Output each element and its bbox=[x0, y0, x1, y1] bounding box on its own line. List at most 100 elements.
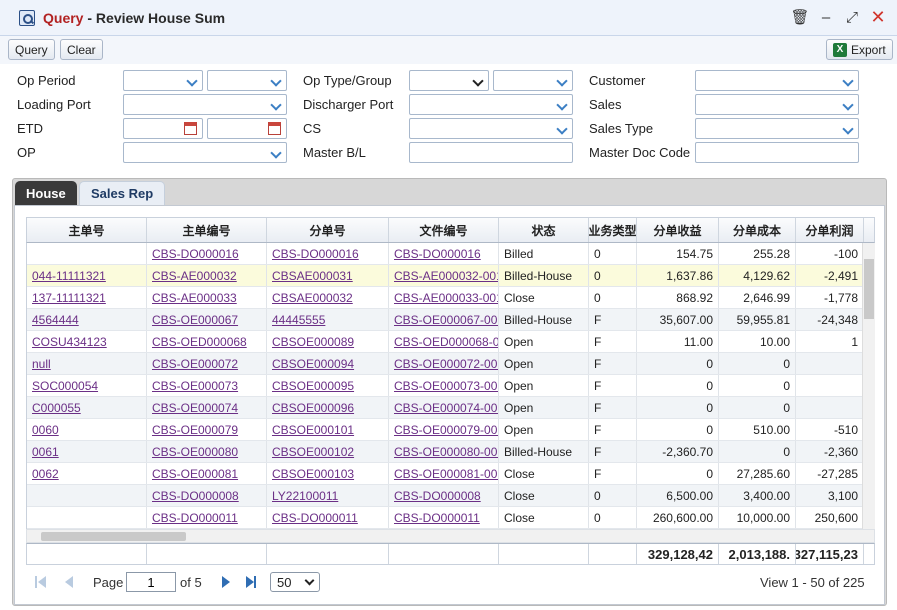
table-cell-link[interactable]: null bbox=[27, 353, 147, 374]
table-cell-link[interactable]: CBSOE000094 bbox=[267, 353, 389, 374]
table-cell-link[interactable]: 4564444 bbox=[27, 309, 147, 330]
table-cell-link[interactable]: CBSOE000102 bbox=[267, 441, 389, 462]
table-cell-link[interactable]: CBSOE000101 bbox=[267, 419, 389, 440]
op-type-select[interactable] bbox=[409, 70, 489, 91]
table-cell-link[interactable]: CBS-OE000080-001 bbox=[389, 441, 499, 462]
table-cell-link[interactable]: C000055 bbox=[27, 397, 147, 418]
table-cell-link[interactable]: CBSOE000089 bbox=[267, 331, 389, 352]
vertical-scrollbar[interactable] bbox=[862, 243, 875, 529]
table-cell-link[interactable]: 0060 bbox=[27, 419, 147, 440]
table-cell-link[interactable]: CBS-AE000033 bbox=[147, 287, 267, 308]
close-icon[interactable]: ✕ bbox=[869, 7, 887, 27]
page-number-input[interactable] bbox=[126, 572, 176, 592]
table-row[interactable]: 0060 CBS-OE000079 CBSOE000101 CBS-OE000079-… bbox=[27, 419, 875, 441]
column-header[interactable]: 文件编号 bbox=[389, 218, 499, 242]
op-select[interactable] bbox=[123, 142, 287, 163]
table-cell-link[interactable]: CBS-OE000081 bbox=[147, 463, 267, 484]
calendar-icon[interactable] bbox=[268, 122, 281, 135]
table-cell-link[interactable]: CBS-DO000016 bbox=[267, 243, 389, 264]
table-row[interactable]: null CBS-OE000072 CBSOE000094 CBS-OE000072-… bbox=[27, 353, 875, 375]
previous-page-icon[interactable] bbox=[65, 576, 75, 588]
table-cell-link[interactable]: CBS-OE000067-001 bbox=[389, 309, 499, 330]
table-cell-link[interactable]: CBSAE000031 bbox=[267, 265, 389, 286]
table-cell-link[interactable]: LY22100011 bbox=[267, 485, 389, 506]
table-row[interactable]: CBS-DO000008 LY22100011 CBS-DO000008 Close 0… bbox=[27, 485, 875, 507]
horizontal-scrollbar[interactable] bbox=[26, 529, 875, 543]
op-group-select[interactable] bbox=[493, 70, 573, 91]
column-header[interactable]: 分单号 bbox=[267, 218, 389, 242]
table-cell-link[interactable]: CBSOE000103 bbox=[267, 463, 389, 484]
column-header[interactable]: 状态 bbox=[499, 218, 589, 242]
table-cell-link[interactable]: CBS-AE000032 bbox=[147, 265, 267, 286]
etd-to-date[interactable] bbox=[207, 118, 287, 139]
sales-select[interactable] bbox=[695, 94, 859, 115]
export-button[interactable]: X Export bbox=[826, 39, 893, 60]
table-cell-link[interactable]: CBS-DO000011 bbox=[147, 507, 267, 528]
table-cell-link[interactable]: 0062 bbox=[27, 463, 147, 484]
table-row[interactable]: 4564444 CBS-OE000067 44445555 CBS-OE000067-… bbox=[27, 309, 875, 331]
table-cell-link[interactable]: CBS-DO000011 bbox=[267, 507, 389, 528]
table-cell-link[interactable]: CBS-OED000068 bbox=[147, 331, 267, 352]
calendar-icon[interactable] bbox=[184, 122, 197, 135]
table-row[interactable]: 0061 CBS-OE000080 CBSOE000102 CBS-OE000080-… bbox=[27, 441, 875, 463]
horizontal-scroll-thumb[interactable] bbox=[41, 532, 186, 541]
table-cell-link[interactable]: CBS-DO000016 bbox=[389, 243, 499, 264]
column-header[interactable]: 主单编号 bbox=[147, 218, 267, 242]
table-row[interactable]: COSU434123 CBS-OED000068 CBSOE000089 CBS-OE… bbox=[27, 331, 875, 353]
minimize-icon[interactable]: – bbox=[817, 8, 835, 26]
table-row[interactable]: C000055 CBS-OE000074 CBSOE000096 CBS-OE0000… bbox=[27, 397, 875, 419]
loading-port-select[interactable] bbox=[123, 94, 287, 115]
table-row[interactable]: CBS-DO000016 CBS-DO000016 CBS-DO000016 Bill… bbox=[27, 243, 875, 265]
table-cell-link[interactable]: CBS-DO000008 bbox=[147, 485, 267, 506]
table-cell-link[interactable]: 44445555 bbox=[267, 309, 389, 330]
table-cell-link[interactable]: CBS-DO000011 bbox=[389, 507, 499, 528]
table-cell-link[interactable]: CBS-OE000073-001 bbox=[389, 375, 499, 396]
table-cell-link[interactable]: CBSOE000095 bbox=[267, 375, 389, 396]
op-period-to-select[interactable] bbox=[207, 70, 287, 91]
master-bl-input[interactable] bbox=[409, 142, 573, 163]
etd-from-date[interactable] bbox=[123, 118, 203, 139]
op-period-from-select[interactable] bbox=[123, 70, 203, 91]
master-doc-code-input[interactable] bbox=[695, 142, 859, 163]
tab-house[interactable]: House bbox=[15, 181, 77, 205]
table-cell-link[interactable]: CBS-OE000079-001 bbox=[389, 419, 499, 440]
table-cell-link[interactable]: CBS-DO000016 bbox=[147, 243, 267, 264]
table-cell-link[interactable]: COSU434123 bbox=[27, 331, 147, 352]
table-cell-link[interactable]: CBS-AE000033-001 bbox=[389, 287, 499, 308]
maximize-icon[interactable]: ⤢ bbox=[843, 8, 861, 26]
table-cell-link[interactable]: CBS-OE000072 bbox=[147, 353, 267, 374]
next-page-icon[interactable] bbox=[222, 576, 232, 588]
table-cell-link[interactable]: CBS-OE000067 bbox=[147, 309, 267, 330]
table-cell-link[interactable]: CBS-OED000068-001 bbox=[389, 331, 499, 352]
column-header[interactable]: 分单成本 bbox=[719, 218, 796, 242]
table-row[interactable]: 044-11111321 CBS-AE000032 CBSAE000031 CBS-A… bbox=[27, 265, 875, 287]
table-cell-link[interactable]: CBS-AE000032-001 bbox=[389, 265, 499, 286]
sales-type-select[interactable] bbox=[695, 118, 859, 139]
clear-button[interactable]: Clear bbox=[60, 39, 103, 60]
table-cell-link[interactable]: 0061 bbox=[27, 441, 147, 462]
table-row[interactable]: CBS-DO000011 CBS-DO000011 CBS-DO000011 Clos… bbox=[27, 507, 875, 529]
page-size-select[interactable]: 50 bbox=[270, 572, 320, 592]
table-row[interactable]: 137-11111321 CBS-AE000033 CBSAE000032 CBS-A… bbox=[27, 287, 875, 309]
table-cell-link[interactable]: SOC000054 bbox=[27, 375, 147, 396]
table-row[interactable]: SOC000054 CBS-OE000073 CBSOE000095 CBS-OE00… bbox=[27, 375, 875, 397]
cs-select[interactable] bbox=[409, 118, 573, 139]
table-cell-link[interactable]: CBS-OE000079 bbox=[147, 419, 267, 440]
table-cell-link[interactable]: CBS-DO000008 bbox=[389, 485, 499, 506]
table-cell-link[interactable]: 044-11111321 bbox=[27, 265, 147, 286]
table-cell-link[interactable]: CBS-OE000074-001 bbox=[389, 397, 499, 418]
column-header[interactable]: 业务类型 bbox=[589, 218, 637, 242]
column-header[interactable]: 主单号 bbox=[27, 218, 147, 242]
vertical-scroll-thumb[interactable] bbox=[864, 259, 874, 319]
table-cell-link[interactable]: CBS-OE000073 bbox=[147, 375, 267, 396]
table-cell-link[interactable]: CBS-OE000081-001 bbox=[389, 463, 499, 484]
last-page-icon[interactable] bbox=[246, 576, 256, 588]
table-cell-link[interactable]: 137-11111321 bbox=[27, 287, 147, 308]
table-cell-link[interactable]: CBS-OE000080 bbox=[147, 441, 267, 462]
column-header[interactable]: 分单收益 bbox=[637, 218, 719, 242]
first-page-icon[interactable] bbox=[35, 576, 46, 588]
table-cell-link[interactable]: CBS-OE000072-001 bbox=[389, 353, 499, 374]
table-cell-link[interactable]: CBSOE000096 bbox=[267, 397, 389, 418]
column-header[interactable]: 分单利润 bbox=[796, 218, 864, 242]
query-button[interactable]: Query bbox=[8, 39, 55, 60]
